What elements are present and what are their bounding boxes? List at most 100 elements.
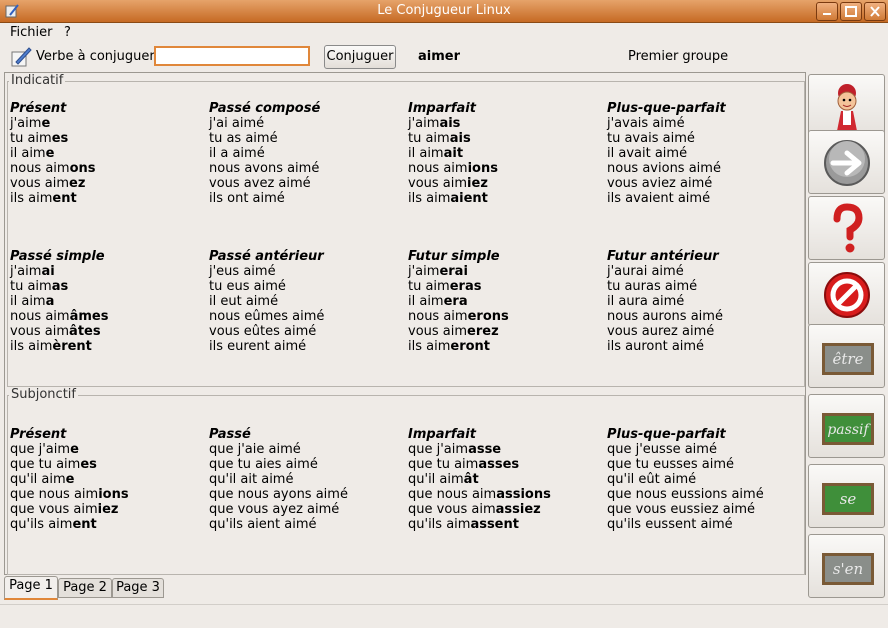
indicatif-tense-block: Plus-que-parfait j'avais aimé tu avais aim… (607, 101, 803, 206)
indicatif-tense-block: Futur antérieur j'aurai aimé tu auras aimé… (607, 249, 803, 354)
close-icon (870, 6, 880, 17)
conjugation-stem: vous eûtes aimé (209, 324, 317, 339)
tab-page-3[interactable]: Page 3 (112, 578, 164, 598)
next-button[interactable] (808, 130, 885, 194)
conjugation-line: que j'aimasse (408, 442, 604, 457)
conjugation-panel: Indicatif Subjonctif Présent j'aime tu aim… (4, 72, 806, 575)
conjugation-line: qu'il ait aimé (209, 472, 405, 487)
conjugation-line: que j'aime (10, 442, 206, 457)
tense-heading: Présent (10, 101, 67, 116)
etre-board-label: être (833, 350, 864, 368)
conjugation-ending: èrent (52, 339, 92, 354)
conjugation-ending: es (51, 131, 69, 146)
conjugation-line: ils aimaient (408, 191, 604, 206)
maximize-button[interactable] (840, 2, 862, 21)
help-button[interactable] (808, 196, 885, 260)
conjugation-line: ils eurent aimé (209, 339, 405, 354)
conjugation-line: il aima (10, 294, 206, 309)
conjugation-stem: que j'aie aimé (209, 442, 301, 457)
tab-page-1[interactable]: Page 1 (4, 576, 58, 600)
stop-button[interactable] (808, 262, 885, 326)
conjugation-stem: nous avions aimé (607, 161, 721, 176)
conjugation-stem: ils aim (10, 339, 53, 354)
conjugation-ending: ions (98, 487, 129, 502)
conjugation-line: que vous aimassiez (408, 502, 604, 517)
conjugation-stem: ils aim (408, 191, 451, 206)
conjugation-stem: j'avais aimé (607, 116, 685, 131)
tense-heading: Passé (209, 427, 251, 442)
conjugation-stem: ils aim (408, 339, 451, 354)
conjugation-ending: e (45, 146, 55, 161)
conjugation-line: que nous aimassions (408, 487, 604, 502)
conjugation-stem: qu'il ait aimé (209, 472, 294, 487)
conjugation-stem: tu eus aimé (209, 279, 286, 294)
verb-group: Premier groupe (628, 49, 729, 64)
conjugation-line: que j'aie aimé (209, 442, 405, 457)
conjugation-line: il aimera (408, 294, 604, 309)
conjugation-stem: il aim (408, 294, 444, 309)
conjugation-line: tu aimeras (408, 279, 604, 294)
indicatif-tense-block: Présent j'aime tu aimes il aime nous aimons v… (10, 101, 206, 206)
conjugation-stem: nous aim (10, 161, 70, 176)
tense-heading: Présent (10, 427, 67, 442)
menu-help[interactable]: ? (64, 25, 71, 40)
close-window-button[interactable] (864, 2, 886, 21)
conjugation-ending: âtes (69, 324, 101, 339)
conjugation-line: tu aimais (408, 131, 604, 146)
assistant-button[interactable] (808, 74, 885, 138)
conjugation-ending: eras (449, 279, 482, 294)
se-button[interactable]: se (808, 464, 885, 528)
indicatif-tense-block: Passé composé j'ai aimé tu as aimé il a aim… (209, 101, 405, 206)
conjugation-stem: qu'ils eussent aimé (607, 517, 733, 532)
menu-fichier[interactable]: Fichier (10, 25, 53, 40)
conjugation-line: vous avez aimé (209, 176, 405, 191)
conjugation-stem: il aura aimé (607, 294, 685, 309)
conjugation-line: tu eus aimé (209, 279, 405, 294)
tense-heading: Imparfait (408, 427, 476, 442)
conjugation-line: que nous ayons aimé (209, 487, 405, 502)
tab-page-2[interactable]: Page 2 (58, 578, 112, 598)
conjugation-ending: erai (439, 264, 468, 279)
conjugation-line: vous eûtes aimé (209, 324, 405, 339)
conjugation-ending: ez (69, 176, 86, 191)
menu-bar: Fichier ? (0, 23, 888, 43)
conjugation-stem: que nous aim (408, 487, 497, 502)
conjugation-line: j'avais aimé (607, 116, 803, 131)
subjonctif-label: Subjonctif (9, 387, 78, 402)
tense-heading: Imparfait (408, 101, 476, 116)
conjugation-line: que vous aimiez (10, 502, 206, 517)
conjugation-line: ils ont aimé (209, 191, 405, 206)
conjugation-ending: iez (467, 176, 488, 191)
conjugation-ending: ent (72, 517, 97, 532)
maximize-icon (845, 6, 857, 17)
conjugation-line: tu auras aimé (607, 279, 803, 294)
conjugation-stem: ils avaient aimé (607, 191, 711, 206)
conjugation-line: il avait aimé (607, 146, 803, 161)
conjugation-line: j'eus aimé (209, 264, 405, 279)
conjugation-line: qu'ils aiment (10, 517, 206, 532)
conjugation-line: vous aimerez (408, 324, 604, 339)
verb-toolbar: Verbe à conjuguer Conjuguer aimer Premie… (0, 44, 888, 72)
verb-input[interactable] (154, 46, 310, 66)
conjugation-stem: tu avais aimé (607, 131, 695, 146)
conjugate-button[interactable]: Conjuguer (324, 45, 396, 69)
conjugation-line: nous aimerons (408, 309, 604, 324)
minimize-button[interactable] (816, 2, 838, 21)
pen-icon (11, 47, 32, 67)
conjugation-stem: j'eus aimé (209, 264, 276, 279)
sen-board-icon: s'en (822, 553, 874, 585)
conjugation-stem: que tu aies aimé (209, 457, 318, 472)
conjugation-line: j'aimais (408, 116, 604, 131)
sen-button[interactable]: s'en (808, 534, 885, 598)
conjugation-line: qu'il eût aimé (607, 472, 803, 487)
passif-button[interactable]: passif (808, 394, 885, 458)
conjugation-ending: ions (467, 161, 498, 176)
conjugation-stem: tu aim (10, 279, 52, 294)
conjugation-line: que tu aimasses (408, 457, 604, 472)
conjugation-line: qu'ils aimassent (408, 517, 604, 532)
conjugation-stem: il aim (10, 294, 46, 309)
conjugation-stem: tu auras aimé (607, 279, 698, 294)
conjugation-stem: qu'ils aient aimé (209, 517, 317, 532)
conjugation-ending: aient (450, 191, 488, 206)
etre-button[interactable]: être (808, 324, 885, 388)
